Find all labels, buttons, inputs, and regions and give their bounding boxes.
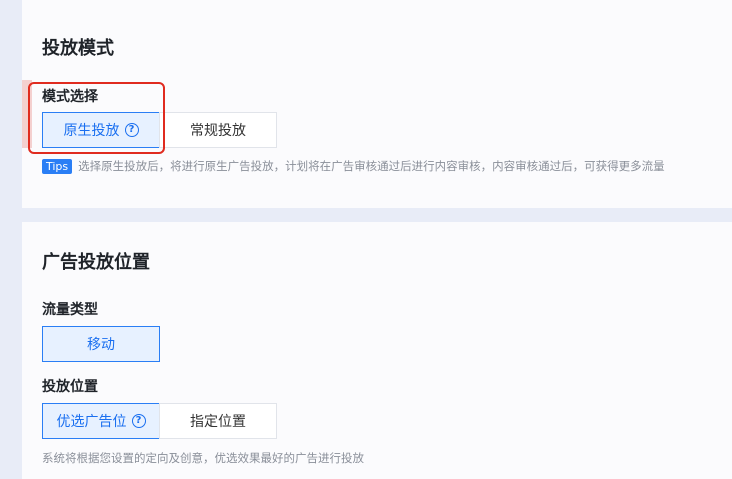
ad-placement-card: 广告投放位置 流量类型 移动 投放位置 优选广告位 ? 指定位置 系统将根据您设… [22, 222, 732, 479]
preferred-placement-label: 优选广告位 [56, 414, 127, 430]
specified-position-button[interactable]: 指定位置 [159, 403, 277, 439]
preferred-placement-button[interactable]: 优选广告位 ? [42, 403, 160, 439]
section-title-delivery-mode: 投放模式 [42, 38, 114, 59]
regular-delivery-label: 常规投放 [190, 123, 246, 139]
native-delivery-label: 原生投放 [63, 123, 120, 139]
section-title-ad-placement: 广告投放位置 [42, 252, 150, 273]
native-delivery-button[interactable]: 原生投放 ? [42, 112, 160, 148]
mode-select-label: 模式选择 [42, 89, 98, 105]
tips-badge: Tips [42, 158, 73, 174]
question-circle-icon[interactable]: ? [124, 123, 139, 137]
placement-position-label: 投放位置 [42, 379, 98, 395]
left-accent-strip [22, 80, 32, 148]
regular-delivery-button[interactable]: 常规投放 [159, 112, 277, 148]
tips-row: Tips 选择原生投放后，将进行原生广告投放，计划将在广告审核通过后进行内容审核… [42, 158, 665, 174]
traffic-type-label: 流量类型 [42, 302, 98, 318]
question-circle-icon[interactable]: ? [131, 414, 146, 428]
tips-text: 选择原生投放后，将进行原生广告投放，计划将在广告审核通过后进行内容审核，内容审核… [78, 159, 665, 173]
traffic-mobile-button[interactable]: 移动 [42, 326, 160, 362]
specified-position-label: 指定位置 [190, 414, 246, 430]
placement-hint-text: 系统将根据您设置的定向及创意，优选效果最好的广告进行投放 [42, 451, 364, 465]
delivery-mode-card: 投放模式 模式选择 原生投放 ? 常规投放 Tips 选择原生投放后，将进行原生… [22, 0, 732, 208]
traffic-mobile-label: 移动 [87, 337, 115, 353]
